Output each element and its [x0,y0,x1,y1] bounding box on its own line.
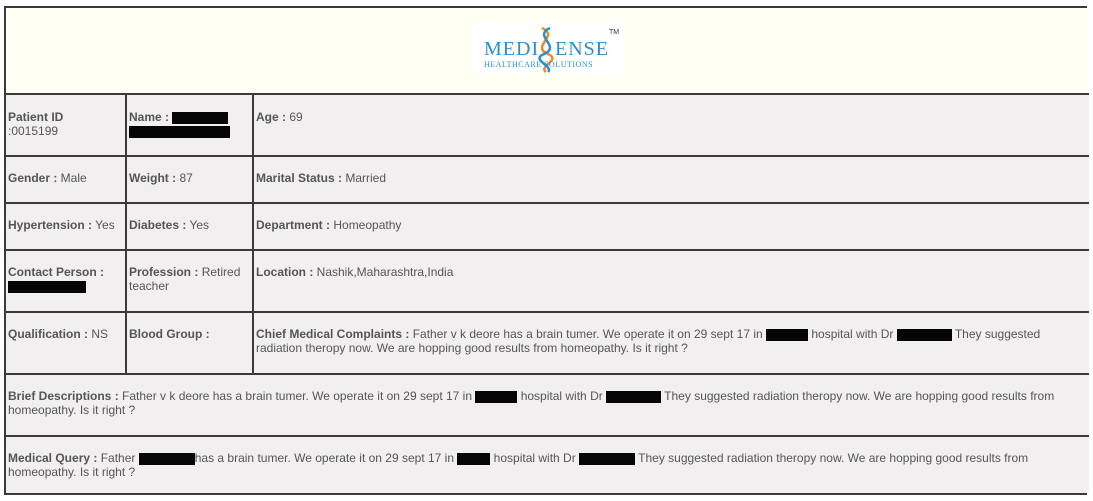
location-label: Location : [256,265,314,279]
marital-status-value: Married [342,171,387,185]
contact-person-label: Contact Person : [8,265,105,279]
logo-brand-right: ENSE [555,38,609,60]
cell-hypertension: Hypertension : Yes [6,204,125,249]
cell-qualification: Qualification : NS [6,313,125,373]
department-value: Homeopathy [330,218,402,232]
cell-contact-person: Contact Person : [6,251,125,311]
redacted-contact-person [8,281,86,293]
logo-tagline: HEALTHCARE SOLUTIONS [484,60,593,69]
cell-age: Age : 69 [252,95,1089,155]
qualification-label: Qualification : [8,327,89,341]
row-hypertension-diabetes: Hypertension : Yes Diabetes : Yes Depart… [6,202,1089,249]
profession-label: Profession : [129,265,199,279]
patient-id-label: Patient ID [8,110,64,124]
cell-marital-status: Marital Status : Married [252,157,1089,202]
name-label: Name : [129,110,170,124]
query-text-2: has a brain tumer. We operate it on 29 s… [194,451,458,465]
cell-medical-query: Medical Query : Father has a brain tumer… [6,437,1089,493]
cell-profession: Profession : Retired teacher [125,251,252,311]
cell-patient-id: Patient ID :0015199 [6,95,125,155]
medical-query-label: Medical Query : [8,451,98,465]
cell-name: Name : [125,95,252,155]
gender-label: Gender : [8,171,58,185]
hypertension-value: Yes [92,218,115,232]
age-label: Age : [256,110,286,124]
redacted-hospital-name [766,329,809,341]
chief-complaints-label: Chief Medical Complaints : [256,327,410,341]
row-patient-basic: Patient ID :0015199 Name : Age : 69 [6,93,1089,155]
cell-brief-descriptions: Brief Descriptions : Father v k deore ha… [6,375,1089,435]
qualification-value: NS [88,327,109,341]
cell-chief-complaints: Chief Medical Complaints : Father v k de… [252,313,1089,373]
redacted-doctor-name [896,329,952,341]
redacted-doctor-name [579,453,636,465]
redacted-patient-name [138,453,195,465]
redacted-name-line2 [129,126,230,138]
hypertension-label: Hypertension : [8,218,93,232]
location-value: Nashik,Maharashtra,India [313,265,454,279]
complaints-text-1: Father v k deore has a brain tumer. We o… [409,327,767,341]
cell-weight: Weight : 87 [125,157,252,202]
brief-text-2: hospital with Dr [517,389,607,403]
medisense-logo: MEDI ENSE TM HEALTHCARE SOLUTIONS [472,22,623,74]
cell-department: Department : Homeopathy [252,204,1089,249]
row-qualification-complaints: Qualification : NS Blood Group : Chief M… [6,311,1089,373]
marital-status-label: Marital Status : [256,171,343,185]
patient-record-table: MEDI ENSE TM HEALTHCARE SOLUTIONS Patien… [4,6,1089,495]
department-label: Department : [256,218,331,232]
logo-brand-left: MEDI [484,38,539,60]
medisense-logo-graphic: MEDI ENSE TM HEALTHCARE SOLUTIONS [484,26,619,73]
brief-text-1: Father v k deore has a brain tumer. We o… [118,389,476,403]
diabetes-label: Diabetes : [129,218,187,232]
gender-value: Male [57,171,87,185]
cell-diabetes: Diabetes : Yes [125,204,252,249]
query-text-3: hospital with Dr [490,451,580,465]
logo-trademark: TM [609,29,619,36]
brief-descriptions-label: Brief Descriptions : [8,389,119,403]
diabetes-value: Yes [186,218,210,232]
header-banner: MEDI ENSE TM HEALTHCARE SOLUTIONS [6,8,1089,93]
redacted-hospital-name [475,391,518,403]
row-gender-weight: Gender : Male Weight : 87 Marital Status… [6,155,1089,202]
complaints-text-2: hospital with Dr [808,327,897,341]
redacted-name-line1 [172,112,229,124]
row-medical-query: Medical Query : Father has a brain tumer… [6,435,1089,493]
row-contact-profession: Contact Person : Profession : Retired te… [6,249,1089,311]
cell-location: Location : Nashik,Maharashtra,India [252,251,1089,311]
blood-group-label: Blood Group : [129,327,210,341]
redacted-hospital-name [457,453,491,465]
weight-label: Weight : [129,171,177,185]
age-value: 69 [286,110,303,124]
cell-gender: Gender : Male [6,157,125,202]
patient-id-value: :0015199 [8,124,59,138]
redacted-doctor-name [606,391,662,403]
query-text-1: Father [97,451,139,465]
cell-blood-group: Blood Group : [125,313,252,373]
row-brief-descriptions: Brief Descriptions : Father v k deore ha… [6,373,1089,435]
weight-value: 87 [176,171,193,185]
